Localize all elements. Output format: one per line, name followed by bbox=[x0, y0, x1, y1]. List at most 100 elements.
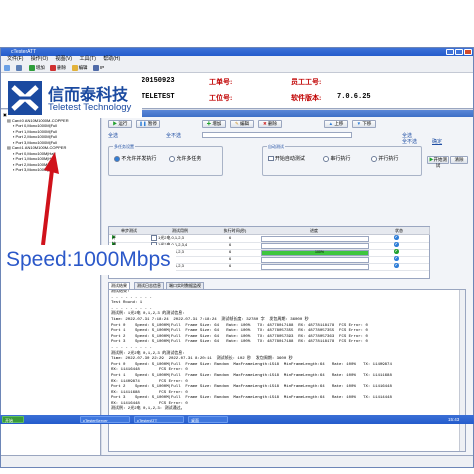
radio-icon bbox=[169, 155, 175, 162]
software-label: 软件版本: bbox=[291, 94, 322, 102]
taskbar-item[interactable]: cTesterServer bbox=[80, 416, 130, 423]
toolbar-add-button[interactable]: 增加 bbox=[28, 64, 45, 72]
menu-tools[interactable]: 工具(T) bbox=[79, 56, 95, 63]
log-scrollbar[interactable] bbox=[459, 290, 465, 451]
progress-bar bbox=[261, 264, 369, 270]
radio-serial[interactable]: 串行执行 bbox=[323, 155, 350, 162]
edit-icon bbox=[71, 64, 78, 71]
toolbar-delete-button[interactable]: 删除 bbox=[50, 64, 66, 72]
panel-title: cTesterATT bbox=[102, 110, 473, 117]
add-icon bbox=[28, 64, 35, 71]
menu-bar: 文件(F) 操作(O) 视图(V) 工具(T) 帮助(H) bbox=[1, 56, 473, 63]
menu-help[interactable]: 帮助(H) bbox=[103, 56, 120, 63]
radio-icon bbox=[371, 155, 377, 162]
add-case-button[interactable]: ✚ 增加 bbox=[202, 120, 226, 128]
software-version: 7.0.6.25 bbox=[337, 93, 371, 101]
multitask-group-title: 多任务设置 bbox=[113, 144, 135, 150]
exec-time: 6 bbox=[229, 235, 232, 240]
title-bar: cTesterATT bbox=[1, 48, 473, 56]
delete-case-button[interactable]: ✖ 删除 bbox=[258, 120, 282, 128]
col-header: 测试用例 bbox=[149, 227, 212, 235]
status-icon: ✔ bbox=[394, 256, 399, 261]
arrow-down-icon: ▼ bbox=[356, 121, 362, 126]
radio-parallel[interactable]: 允许多任务 bbox=[169, 155, 201, 162]
window-title: cTesterATT bbox=[11, 49, 37, 55]
arrow-up-icon: ▲ bbox=[328, 121, 334, 126]
start-button[interactable]: 开始 bbox=[2, 416, 24, 423]
new-icon bbox=[4, 64, 10, 71]
taskbar-item[interactable]: 桌面 bbox=[188, 416, 228, 423]
col-header: 执行时间(秒) bbox=[211, 227, 260, 235]
maximize-button[interactable] bbox=[455, 49, 463, 55]
status-bar bbox=[1, 455, 473, 467]
run-button[interactable]: ▶ 运行 bbox=[108, 120, 132, 128]
filter-input[interactable] bbox=[202, 132, 352, 138]
employee-label: 员工工号: bbox=[291, 78, 322, 86]
col-header: 单步测试 bbox=[109, 227, 150, 235]
taskbar: 开始 cTesterServer cTesterATT 桌面 15:43 bbox=[0, 415, 474, 424]
exec-time: 6 bbox=[229, 263, 232, 268]
play-icon: ▶ bbox=[112, 121, 118, 126]
exec-time: 6 bbox=[229, 242, 232, 247]
edit-case-button[interactable]: ✎ 编辑 bbox=[230, 120, 254, 128]
confirm-link[interactable]: 确定 bbox=[432, 138, 442, 145]
toolbar-save-button[interactable] bbox=[16, 64, 23, 72]
toolbar: 增加 删除 编辑 IP bbox=[1, 63, 473, 73]
radio-icon bbox=[323, 155, 329, 162]
progress-fill: 100% bbox=[262, 250, 368, 255]
edit-icon: ✎ bbox=[234, 121, 239, 126]
taskbar-item[interactable]: cTesterATT bbox=[134, 416, 184, 423]
menu-operate[interactable]: 操作(O) bbox=[31, 56, 48, 63]
auto-test-group-title: 自动测试 bbox=[267, 144, 285, 150]
red-arrow-icon bbox=[41, 152, 59, 246]
radio-loop[interactable]: 并行执行 bbox=[371, 155, 398, 162]
auto-test-group: 自动测试 开始自动测试 串行执行 并行执行 bbox=[262, 144, 422, 176]
logo-name-en: Teletest Technology bbox=[48, 102, 132, 113]
col-header: 进度 bbox=[259, 227, 370, 235]
deselect-all-right-link[interactable]: 全不选 bbox=[402, 138, 417, 145]
clear-button[interactable]: 清除 bbox=[450, 156, 468, 164]
checkbox-icon bbox=[151, 235, 157, 241]
station-label: 工位号: bbox=[209, 94, 233, 102]
menu-file[interactable]: 文件(F) bbox=[7, 56, 23, 63]
select-all-link[interactable]: 全选 bbox=[108, 132, 118, 139]
radio-checked-icon bbox=[114, 155, 120, 162]
result-tabs: 测试结果 测试日志信息 端口实时数据监视 bbox=[108, 282, 468, 290]
logo-mark-icon bbox=[8, 81, 42, 115]
minimize-button[interactable] bbox=[446, 49, 454, 55]
checkbox-icon bbox=[268, 155, 274, 162]
toolbar-new-button[interactable] bbox=[4, 64, 11, 72]
status-icon: ✔ bbox=[394, 249, 399, 254]
toolbar-edit-button[interactable]: 编辑 bbox=[71, 64, 88, 72]
clock: 15:43 bbox=[448, 417, 460, 422]
log-line: 测试例: 2光2电 0,1,2,3: 测试通过。 bbox=[111, 407, 185, 412]
pause-icon: ❚❚ bbox=[139, 121, 147, 126]
add-icon: ✚ bbox=[206, 121, 212, 126]
status-icon: ✔ bbox=[394, 242, 399, 247]
auto-run-checkbox[interactable]: 开始自动测试 bbox=[268, 155, 305, 162]
multitask-group: 多任务设置 不允许并发执行 允许多任务 bbox=[108, 144, 223, 176]
status-icon: ✔ bbox=[394, 235, 399, 240]
delete-icon: ✖ bbox=[262, 121, 267, 126]
move-up-button[interactable]: ▲ 上移 bbox=[324, 120, 348, 128]
progress-label: 100% bbox=[315, 250, 324, 254]
host-value: TELETEST bbox=[141, 93, 175, 101]
close-button[interactable] bbox=[464, 49, 472, 55]
save-icon bbox=[16, 64, 23, 71]
toolbar-ip-button[interactable]: IP bbox=[92, 64, 104, 72]
col-header: 状态 bbox=[369, 227, 430, 235]
status-icon: ✔ bbox=[394, 263, 399, 268]
deselect-all-link[interactable]: 全不选 bbox=[166, 132, 181, 139]
radio-no-parallel[interactable]: 不允许并发执行 bbox=[114, 155, 156, 162]
pause-button[interactable]: ❚❚ 暂停 bbox=[136, 120, 160, 128]
company-logo: 信而泰科技 Teletest Technology bbox=[8, 78, 142, 118]
menu-view[interactable]: 视图(V) bbox=[55, 56, 72, 63]
test-log: 测试结束! - - - - - - - - - Test Round: 1- - -… bbox=[108, 289, 466, 452]
exec-time: 6 bbox=[229, 249, 232, 254]
order-label: 工单号: bbox=[209, 78, 233, 86]
speed-caption: Speed:1000Mbps bbox=[6, 245, 176, 275]
exec-time: 6 bbox=[229, 256, 232, 261]
move-down-button[interactable]: ▼ 下移 bbox=[352, 120, 376, 128]
delete-icon bbox=[50, 64, 57, 71]
start-test-button[interactable]: ▶开始测试 bbox=[427, 156, 449, 168]
